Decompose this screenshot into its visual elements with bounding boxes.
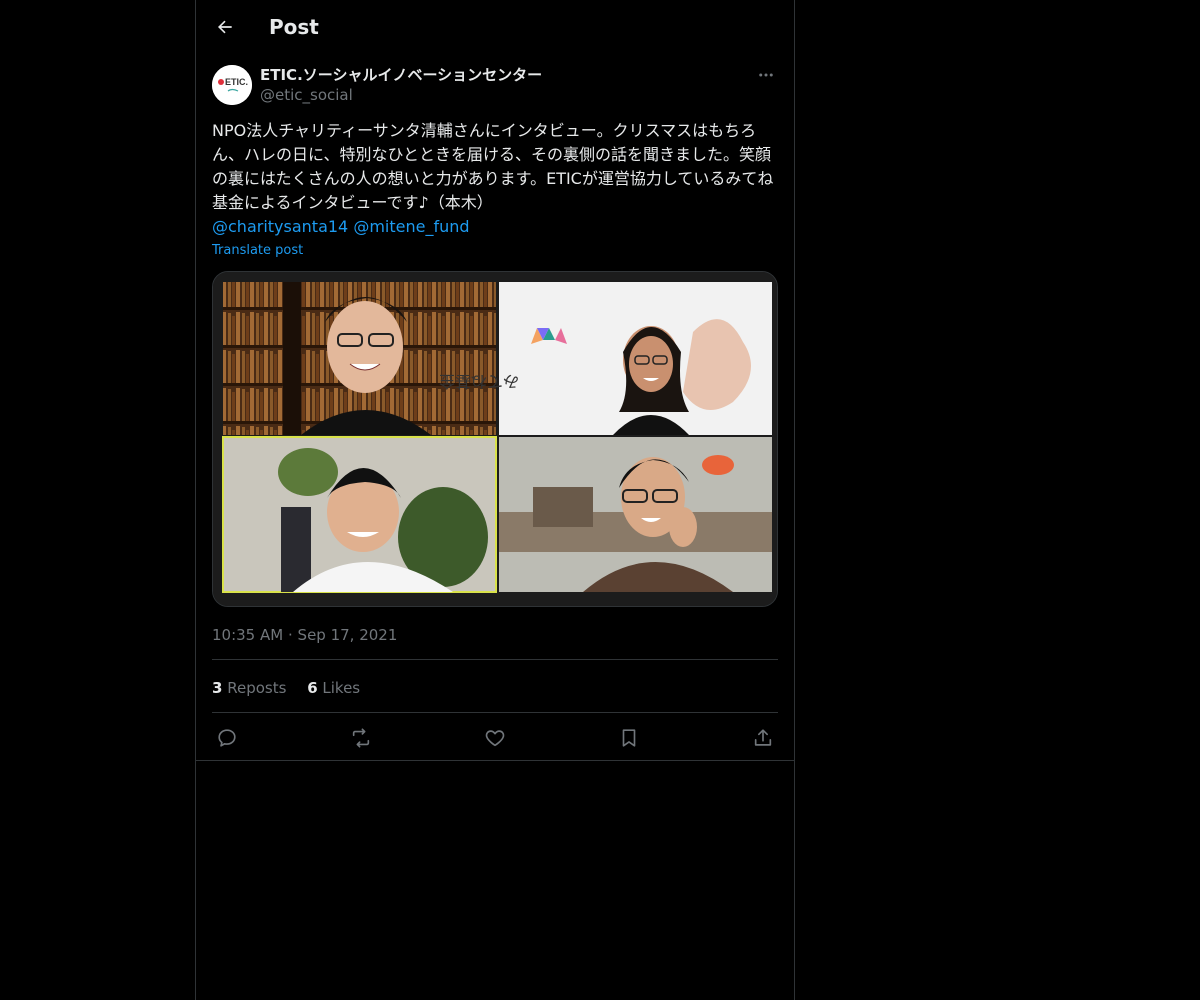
participant-tile-3: [222, 436, 497, 593]
divider: [196, 760, 794, 761]
post-text: NPO法人チャリティーサンタ清輔さんにインタビュー。クリスマスはもちろん、ハレの…: [212, 121, 774, 212]
reposts-stat[interactable]: 3 Reposts: [212, 679, 286, 697]
avatar-logo-text: ETIC.: [225, 77, 248, 87]
mention-mitene-fund[interactable]: @mitene_fund: [353, 217, 469, 236]
post-header: Post: [196, 0, 794, 53]
arrow-left-icon: [218, 20, 232, 34]
more-horizontal-icon: [759, 73, 773, 77]
heart-icon: [485, 730, 505, 747]
reposts-label: Reposts: [227, 679, 287, 697]
like-button[interactable]: [480, 724, 510, 752]
mention-charitysanta[interactable]: @charitysanta14: [212, 217, 348, 236]
bookmark-button[interactable]: [614, 724, 644, 752]
author-row: ETIC. ETIC.ソーシャルイノベーションセンター @etic_social: [212, 64, 778, 108]
divider: [212, 659, 778, 660]
author-handle[interactable]: @etic_social: [260, 85, 353, 105]
mitene-fund-text: みてね基金: [439, 372, 519, 391]
post-time[interactable]: 10:35 AM: [212, 626, 283, 644]
action-bar: [212, 724, 778, 752]
repost-button[interactable]: [346, 724, 376, 752]
post-date[interactable]: Sep 17, 2021: [298, 626, 398, 644]
etic-logo: ETIC.: [212, 65, 252, 105]
share-icon: [754, 729, 772, 746]
reposts-count: 3: [212, 679, 223, 697]
author-display-name[interactable]: ETIC.ソーシャルイノベーションセンター: [260, 64, 542, 86]
share-button[interactable]: [748, 724, 778, 752]
likes-stat[interactable]: 6 Likes: [307, 679, 360, 697]
reply-icon: [218, 729, 236, 747]
back-button[interactable]: [208, 10, 242, 44]
avatar[interactable]: ETIC.: [212, 65, 252, 105]
likes-label: Likes: [322, 679, 361, 697]
video-call-image: みてね基金: [213, 272, 777, 606]
post-stats: 3 Reposts 6 Likes: [212, 678, 360, 698]
divider: [212, 712, 778, 713]
likes-count: 6: [307, 679, 318, 697]
timestamp-separator: ·: [287, 626, 293, 644]
reply-button[interactable]: [212, 724, 242, 752]
more-button[interactable]: [754, 64, 778, 86]
participant-tile-4: [499, 437, 772, 592]
participant-tile-1: [223, 282, 496, 435]
page-title: Post: [269, 15, 319, 39]
post-column: Post ETIC. ETIC.ソーシャルイノベーションセンター @etic_s…: [195, 0, 795, 1000]
post-media[interactable]: みてね基金: [212, 271, 778, 607]
post-timestamp: 10:35 AM · Sep 17, 2021: [212, 625, 397, 645]
post-mentions: @charitysanta14 @mitene_fund: [212, 215, 778, 239]
bookmark-icon: [622, 729, 636, 747]
repost-icon: [352, 728, 370, 748]
translate-post-link[interactable]: Translate post: [212, 242, 303, 260]
